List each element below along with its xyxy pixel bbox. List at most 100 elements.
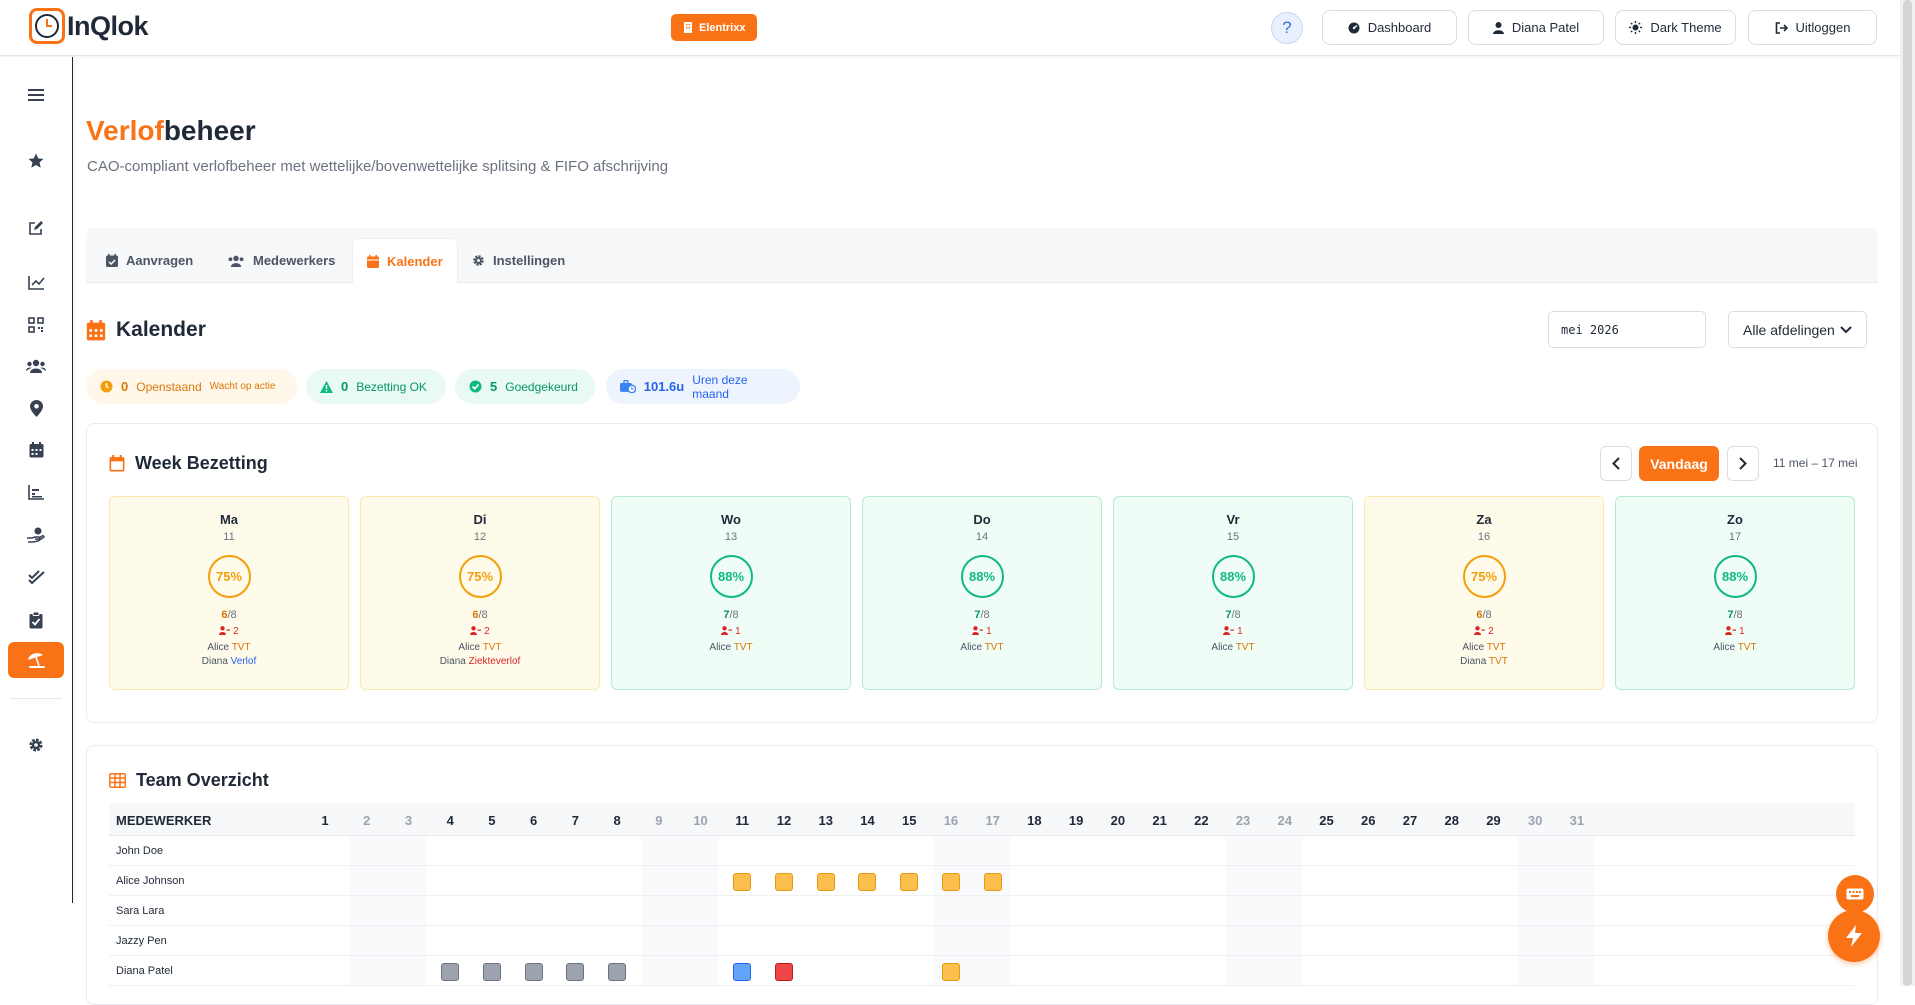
stat-pending-note: Wacht op actie <box>209 381 276 392</box>
day-column-header: 21 <box>1152 813 1167 828</box>
sidebar-item-payroll[interactable] <box>8 517 64 553</box>
leave-entry: Alice TVT <box>361 642 599 653</box>
user-icon <box>1492 21 1504 34</box>
day-card[interactable]: Za 16 75% 6/8 2 Alice TVT Diana TVT <box>1364 496 1604 690</box>
app-logo[interactable]: InQlok <box>29 8 149 44</box>
employee-name: Diana Patel <box>116 965 173 977</box>
leave-cell[interactable] <box>941 873 960 891</box>
employee-row: Jazzy Pen <box>109 926 1855 956</box>
clipboard-check-icon <box>29 611 43 628</box>
staff-total: /8 <box>1482 609 1492 621</box>
sidebar-menu-toggle[interactable] <box>8 77 64 113</box>
leave-cell[interactable] <box>775 873 794 891</box>
leave-entry: Alice TVT <box>1114 642 1352 653</box>
day-card[interactable]: Wo 13 88% 7/8 1 Alice TVT <box>611 496 851 690</box>
prev-week-button[interactable] <box>1600 446 1632 481</box>
sidebar-item-locations[interactable] <box>8 390 64 426</box>
leave-cell[interactable] <box>566 963 585 981</box>
logout-icon <box>1775 21 1788 34</box>
employee-name: Sara Lara <box>116 905 165 917</box>
day-card[interactable]: Di 12 75% 6/8 2 Alice TVT Diana Ziekteverlof <box>360 496 600 690</box>
department-select[interactable]: Alle afdelingen <box>1728 311 1867 348</box>
theme-toggle-button[interactable]: Dark Theme <box>1615 10 1736 45</box>
staff-count: 6/8 <box>361 609 599 621</box>
day-name: Za <box>1476 512 1492 527</box>
tab-medewerkers[interactable]: Medewerkers <box>213 238 349 283</box>
leave-cell[interactable] <box>775 963 794 981</box>
day-column-header: 14 <box>860 813 875 828</box>
leave-cell[interactable] <box>441 963 460 981</box>
leave-cell[interactable] <box>858 873 877 891</box>
leave-type: TVT <box>1486 642 1506 653</box>
sidebar-item-qr[interactable] <box>8 307 64 343</box>
team-grid-header: MEDEWERKER 1 2 3 4 5 6 7 8 9 10 11 12 13 14 15 16 17 18 19… <box>109 803 1855 836</box>
sidebar-item-settings[interactable] <box>8 727 64 763</box>
day-number: 13 <box>724 531 738 543</box>
staff-total: /8 <box>1231 609 1241 621</box>
sidebar-item-favorites[interactable] <box>8 143 64 179</box>
absent-count: 1 <box>863 626 1101 637</box>
quick-actions-button[interactable] <box>1828 910 1880 962</box>
page-scrollbar-thumb[interactable] <box>1903 0 1912 986</box>
day-column-header: 3 <box>404 813 413 828</box>
leave-cell[interactable] <box>900 873 919 891</box>
staff-count: 7/8 <box>1114 609 1352 621</box>
leave-cell[interactable] <box>816 873 835 891</box>
company-badge[interactable]: Elentrixx <box>671 14 758 41</box>
help-button[interactable]: ? <box>1271 12 1303 44</box>
sidebar-item-edit[interactable] <box>8 210 64 246</box>
day-column-header: 5 <box>488 813 496 828</box>
tab-aanvragen[interactable]: Aanvragen <box>92 238 207 283</box>
dashboard-button[interactable]: Dashboard <box>1322 10 1457 45</box>
leave-cell[interactable] <box>983 873 1002 891</box>
occupancy-ring: 88% <box>709 555 753 598</box>
leave-cell[interactable] <box>608 963 627 981</box>
top-bar: InQlok Elentrixx ? Dashboard Diana Patel… <box>0 0 1900 56</box>
sidebar-item-tasks[interactable] <box>8 602 64 638</box>
user-minus-icon <box>972 626 984 635</box>
absent-number: 1 <box>986 626 992 637</box>
user-button[interactable]: Diana Patel <box>1468 10 1604 45</box>
day-column-header: 7 <box>571 813 579 828</box>
sidebar-item-reports[interactable] <box>8 474 64 510</box>
table-icon <box>109 773 126 788</box>
absent-number: 2 <box>233 626 239 637</box>
leave-type: TVT <box>1488 656 1508 667</box>
today-button[interactable]: Vandaag <box>1639 446 1719 481</box>
sidebar-item-analytics[interactable] <box>8 264 64 300</box>
day-card[interactable]: Vr 15 88% 7/8 1 Alice TVT <box>1113 496 1353 690</box>
next-week-button[interactable] <box>1727 446 1759 481</box>
day-column-header: 22 <box>1194 813 1209 828</box>
sidebar-item-approvals[interactable] <box>8 559 64 595</box>
leave-type: TVT <box>733 642 753 653</box>
leave-cell[interactable] <box>524 963 543 981</box>
day-card[interactable]: Zo 17 88% 7/8 1 Alice TVT <box>1615 496 1855 690</box>
users-icon <box>228 255 244 267</box>
staff-total: /8 <box>227 609 237 621</box>
edit-icon <box>29 221 43 235</box>
user-minus-icon <box>721 626 733 635</box>
day-name: Ma <box>219 512 239 527</box>
leave-cell[interactable] <box>941 963 960 981</box>
leave-cell[interactable] <box>482 963 501 981</box>
month-picker[interactable]: mei 2026 <box>1548 311 1706 348</box>
gear-icon <box>29 738 43 752</box>
tab-kalender[interactable]: Kalender <box>352 238 458 283</box>
day-card[interactable]: Do 14 88% 7/8 1 Alice TVT <box>862 496 1102 690</box>
keyboard-shortcuts-button[interactable] <box>1836 875 1874 913</box>
absent-count: 2 <box>361 626 599 637</box>
logout-button[interactable]: Uitloggen <box>1748 10 1877 45</box>
leave-cell[interactable] <box>733 963 752 981</box>
day-column-header: 24 <box>1277 813 1293 828</box>
sidebar-item-employees[interactable] <box>8 348 64 384</box>
tab-instellingen[interactable]: Instellingen <box>458 238 579 283</box>
sidebar-item-leave[interactable] <box>8 642 64 678</box>
occupancy-ring: 88% <box>960 555 1004 598</box>
leave-cell[interactable] <box>733 873 752 891</box>
day-column-header: 28 <box>1444 813 1459 828</box>
sidebar-item-schedule[interactable] <box>8 432 64 468</box>
day-card[interactable]: Ma 11 75% 6/8 2 Alice TVT Diana Verlof <box>109 496 349 690</box>
stat-occupancy-label: Bezetting OK <box>356 379 427 394</box>
location-icon <box>29 399 43 417</box>
day-column-header: 30 <box>1527 813 1543 828</box>
